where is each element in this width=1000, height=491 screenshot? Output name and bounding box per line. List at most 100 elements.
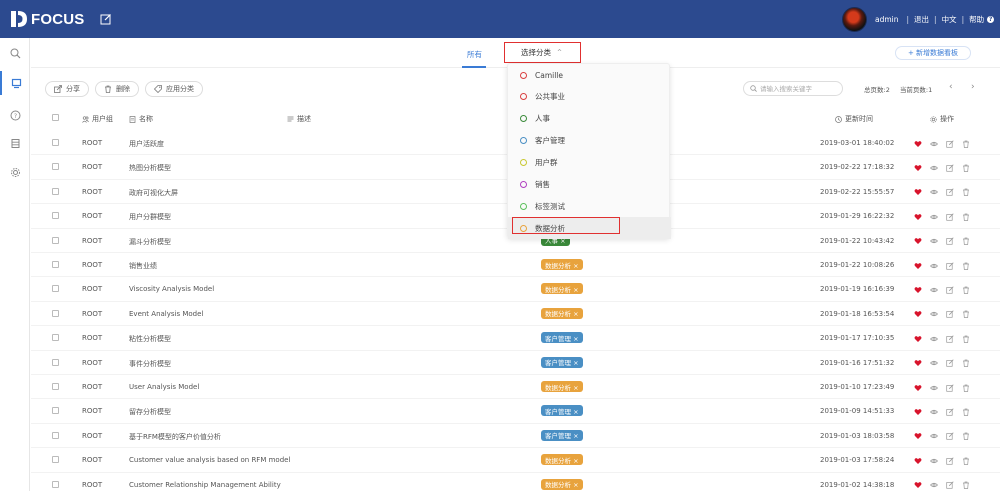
dropdown-option[interactable]: 人事 xyxy=(508,108,671,130)
row-checkbox[interactable] xyxy=(52,480,59,488)
view-icon[interactable] xyxy=(929,212,938,221)
row-name[interactable]: Customer Relationship Management Ability xyxy=(129,481,281,489)
edit-icon[interactable] xyxy=(100,13,112,25)
help-icon[interactable]: ? xyxy=(987,16,995,23)
trash-icon[interactable] xyxy=(961,359,970,368)
apply-category-button[interactable]: 应用分类 xyxy=(145,81,203,97)
view-icon[interactable] xyxy=(929,407,938,416)
sidebar-item-search[interactable] xyxy=(0,41,30,65)
edit-icon[interactable] xyxy=(945,334,954,343)
avatar[interactable] xyxy=(842,7,867,32)
row-checkbox[interactable] xyxy=(52,163,59,171)
logout-link[interactable]: 退出 xyxy=(914,14,929,25)
row-checkbox[interactable] xyxy=(52,187,59,195)
trash-icon[interactable] xyxy=(961,212,970,221)
row-name[interactable]: 漏斗分析模型 xyxy=(129,237,171,247)
edit-icon[interactable] xyxy=(945,432,954,441)
dropdown-option[interactable]: 标签测试 xyxy=(508,195,671,217)
category-tag[interactable]: 数据分析 × xyxy=(541,283,583,295)
dropdown-option[interactable]: 用户群 xyxy=(508,152,671,174)
username[interactable]: admin xyxy=(875,15,899,24)
trash-icon[interactable] xyxy=(961,432,970,441)
row-name[interactable]: 留存分析模型 xyxy=(129,407,171,417)
row-name[interactable]: 销售业绩 xyxy=(129,261,157,271)
view-icon[interactable] xyxy=(929,261,938,270)
select-all-checkbox[interactable] xyxy=(52,114,59,121)
trash-icon[interactable] xyxy=(961,481,970,490)
category-tag[interactable]: 数据分析 × xyxy=(541,381,583,392)
edit-icon[interactable] xyxy=(945,383,954,392)
help-link[interactable]: 帮助 xyxy=(969,14,984,25)
heart-icon[interactable] xyxy=(913,359,922,368)
language-link[interactable]: 中文 xyxy=(942,14,957,25)
view-icon[interactable] xyxy=(929,285,938,294)
heart-icon[interactable] xyxy=(913,163,922,172)
view-icon[interactable] xyxy=(929,310,938,319)
view-icon[interactable] xyxy=(929,237,938,246)
row-name[interactable]: 热图分析模型 xyxy=(129,163,171,173)
row-checkbox[interactable] xyxy=(52,456,59,464)
delete-button[interactable]: 删除 xyxy=(95,81,139,97)
category-tag[interactable]: 数据分析 × xyxy=(541,478,583,490)
edit-icon[interactable] xyxy=(945,212,954,221)
category-tag[interactable]: 客户管理 × xyxy=(541,405,583,417)
trash-icon[interactable] xyxy=(961,261,970,270)
row-name[interactable]: User Analysis Model xyxy=(129,383,199,391)
view-icon[interactable] xyxy=(929,456,938,465)
category-tag[interactable]: 数据分析 × xyxy=(541,454,583,466)
heart-icon[interactable] xyxy=(913,383,922,392)
table-row[interactable]: ROOT 事件分析模型 客户管理 × 2019-01-16 17:51:32 xyxy=(31,351,1000,375)
trash-icon[interactable] xyxy=(961,310,970,319)
heart-icon[interactable] xyxy=(913,456,922,465)
trash-icon[interactable] xyxy=(961,237,970,246)
row-checkbox[interactable] xyxy=(52,309,59,317)
row-checkbox[interactable] xyxy=(52,334,59,342)
row-name[interactable]: Event Analysis Model xyxy=(129,310,203,318)
category-tag[interactable]: 客户管理 × xyxy=(541,429,583,441)
heart-icon[interactable] xyxy=(913,481,922,490)
search-input[interactable] xyxy=(760,84,840,93)
heart-icon[interactable] xyxy=(913,407,922,416)
row-checkbox[interactable] xyxy=(52,212,59,220)
edit-icon[interactable] xyxy=(945,139,954,148)
view-icon[interactable] xyxy=(929,163,938,172)
row-checkbox[interactable] xyxy=(52,285,59,293)
sidebar-item-dashboard[interactable] xyxy=(0,71,30,95)
select-category-dropdown[interactable]: 选择分类 ^ xyxy=(504,42,581,63)
row-name[interactable]: 事件分析模型 xyxy=(129,359,171,369)
trash-icon[interactable] xyxy=(961,139,970,148)
table-row[interactable]: ROOT 粘性分析模型 客户管理 × 2019-01-17 17:10:35 xyxy=(31,326,1000,351)
share-button[interactable]: 分享 xyxy=(45,81,89,97)
row-checkbox[interactable] xyxy=(52,261,59,268)
row-checkbox[interactable] xyxy=(52,431,59,439)
row-name[interactable]: 基于RFM模型的客户价值分析 xyxy=(129,432,221,442)
next-page-icon[interactable]: › xyxy=(971,82,975,92)
trash-icon[interactable] xyxy=(961,188,970,197)
edit-icon[interactable] xyxy=(945,188,954,197)
edit-icon[interactable] xyxy=(945,407,954,416)
heart-icon[interactable] xyxy=(913,261,922,270)
category-tag[interactable]: 数据分析 × xyxy=(541,307,583,319)
heart-icon[interactable] xyxy=(913,310,922,319)
heart-icon[interactable] xyxy=(913,188,922,197)
row-name[interactable]: Viscosity Analysis Model xyxy=(129,285,214,293)
category-tag[interactable]: 客户管理 × xyxy=(541,356,583,368)
row-name[interactable]: 用户活跃度 xyxy=(129,139,164,149)
heart-icon[interactable] xyxy=(913,432,922,441)
edit-icon[interactable] xyxy=(945,310,954,319)
edit-icon[interactable] xyxy=(945,163,954,172)
view-icon[interactable] xyxy=(929,188,938,197)
table-row[interactable]: ROOT Viscosity Analysis Model 数据分析 × 2019-0… xyxy=(31,277,1000,302)
search-box[interactable] xyxy=(743,81,843,96)
row-checkbox[interactable] xyxy=(52,139,59,146)
heart-icon[interactable] xyxy=(913,285,922,294)
view-icon[interactable] xyxy=(929,383,938,392)
table-row[interactable]: ROOT 留存分析模型 客户管理 × 2019-01-09 14:51:33 xyxy=(31,399,1000,424)
view-icon[interactable] xyxy=(929,481,938,490)
heart-icon[interactable] xyxy=(913,237,922,246)
table-row[interactable]: ROOT Customer Relationship Management Abi… xyxy=(31,473,1000,491)
tab-all[interactable]: 所有 xyxy=(467,49,482,60)
trash-icon[interactable] xyxy=(961,334,970,343)
edit-icon[interactable] xyxy=(945,237,954,246)
sidebar-item-settings[interactable] xyxy=(0,160,30,184)
